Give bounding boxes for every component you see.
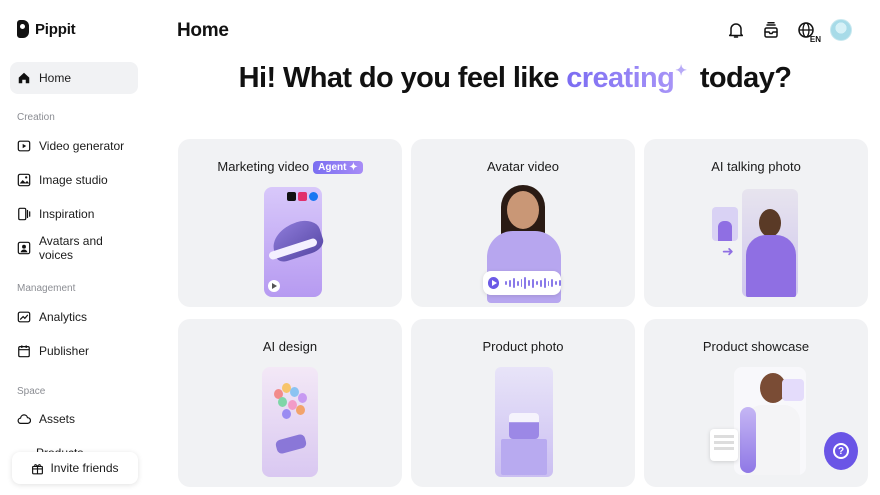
sidebar: Pippit Home Creation Video generator Ima… bbox=[0, 0, 150, 495]
instagram-icon bbox=[298, 192, 307, 201]
card-title-text: Marketing video bbox=[217, 159, 310, 174]
sidebar-item-video-generator[interactable]: Video generator bbox=[10, 130, 138, 162]
card-title: Product photo bbox=[482, 339, 564, 354]
arrow-icon: ➜ bbox=[722, 243, 734, 259]
gift-icon bbox=[32, 463, 44, 474]
section-label-creation: Creation bbox=[17, 112, 55, 123]
talking-photo-preview bbox=[742, 189, 798, 297]
marketing-video-preview bbox=[264, 187, 327, 297]
inbox-button[interactable] bbox=[760, 18, 782, 42]
product-stand bbox=[501, 439, 547, 475]
person-body bbox=[746, 235, 796, 297]
invite-friends-button[interactable]: Invite friends bbox=[12, 452, 138, 484]
video-icon bbox=[17, 140, 31, 152]
card-title: Marketing video Agent ✦ bbox=[178, 159, 402, 174]
sidebar-item-label: Home bbox=[39, 71, 72, 85]
audio-waveform bbox=[483, 271, 562, 295]
hero-suffix: today? bbox=[692, 62, 792, 94]
card-title: AI design bbox=[262, 339, 318, 354]
product-thumbnail bbox=[782, 379, 804, 401]
language-button[interactable]: EN bbox=[795, 18, 821, 44]
sidebar-item-assets[interactable]: Assets bbox=[10, 403, 138, 435]
person-head bbox=[759, 209, 781, 237]
product-info-card bbox=[710, 429, 738, 461]
pippit-logo-icon bbox=[17, 20, 29, 38]
calendar-icon bbox=[18, 345, 30, 358]
sidebar-item-label: Image studio bbox=[39, 173, 108, 187]
bell-icon bbox=[728, 23, 744, 38]
logo[interactable]: Pippit bbox=[17, 20, 76, 38]
inspiration-icon bbox=[18, 207, 31, 221]
facebook-icon bbox=[309, 192, 318, 201]
card-title: Product showcase bbox=[702, 339, 810, 354]
sidebar-item-avatars-and-voices[interactable]: Avatars and voices bbox=[10, 232, 138, 264]
social-icons bbox=[287, 192, 318, 201]
hero-heading: Hi! What do you feel like creating✦ toda… bbox=[150, 62, 880, 95]
sidebar-item-inspiration[interactable]: Inspiration bbox=[10, 198, 138, 230]
card-marketing-video[interactable]: Marketing video Agent ✦ bbox=[178, 139, 402, 307]
hero-prefix: Hi! What do you feel like bbox=[238, 62, 567, 94]
avatar[interactable] bbox=[830, 19, 852, 41]
agent-badge: Agent ✦ bbox=[313, 161, 363, 174]
sidebar-item-label: Assets bbox=[39, 412, 76, 426]
sidebar-item-analytics[interactable]: Analytics bbox=[10, 301, 138, 333]
play-icon bbox=[268, 280, 280, 292]
product-jar bbox=[509, 413, 539, 439]
card-title: Avatar video bbox=[486, 159, 560, 174]
source-photo bbox=[712, 207, 738, 241]
sidebar-item-image-studio[interactable]: Image studio bbox=[10, 164, 138, 196]
home-icon bbox=[18, 72, 30, 84]
product-bottle bbox=[740, 407, 756, 473]
analytics-icon bbox=[17, 311, 31, 323]
section-label-management: Management bbox=[17, 283, 76, 294]
car-image bbox=[274, 433, 308, 455]
card-ai-design[interactable]: AI design bbox=[178, 319, 402, 487]
sidebar-item-label: Publisher bbox=[39, 344, 90, 358]
section-label-space: Space bbox=[17, 386, 46, 397]
logo-text: Pippit bbox=[35, 20, 76, 38]
product-photo-preview bbox=[495, 367, 553, 477]
card-product-photo[interactable]: Product photo bbox=[411, 319, 635, 487]
sparkle-icon: ✦ bbox=[675, 62, 687, 78]
play-icon bbox=[488, 277, 500, 289]
inbox-icon bbox=[764, 22, 778, 38]
sidebar-item-label: Video generator bbox=[39, 139, 125, 153]
sidebar-item-publisher[interactable]: Publisher bbox=[10, 335, 138, 367]
image-icon bbox=[17, 173, 31, 187]
avatar-face bbox=[507, 191, 539, 229]
cloud-icon bbox=[17, 414, 31, 424]
page-title: Home bbox=[177, 20, 229, 41]
ai-design-preview bbox=[262, 367, 318, 477]
help-icon: ? bbox=[833, 443, 849, 459]
avatar-icon bbox=[17, 241, 31, 255]
app-root: Pippit Home Creation Video generator Ima… bbox=[0, 0, 880, 495]
tiktok-icon bbox=[287, 192, 296, 201]
top-toolbar: EN bbox=[725, 18, 852, 44]
sidebar-item-label: Inspiration bbox=[39, 207, 95, 221]
sidebar-item-label: Avatars and voices bbox=[39, 234, 103, 262]
card-ai-talking-photo[interactable]: AI talking photo ➜ bbox=[644, 139, 868, 307]
hero-accent: creating bbox=[566, 62, 675, 94]
notifications-button[interactable] bbox=[725, 18, 747, 42]
sidebar-item-label: Analytics bbox=[39, 310, 88, 324]
invite-friends-label: Invite friends bbox=[50, 461, 119, 475]
help-button[interactable]: ? bbox=[824, 432, 858, 470]
language-code: EN bbox=[809, 35, 821, 44]
card-avatar-video[interactable]: Avatar video bbox=[411, 139, 635, 307]
card-title: AI talking photo bbox=[711, 159, 801, 174]
sidebar-item-home[interactable]: Home bbox=[10, 62, 138, 94]
